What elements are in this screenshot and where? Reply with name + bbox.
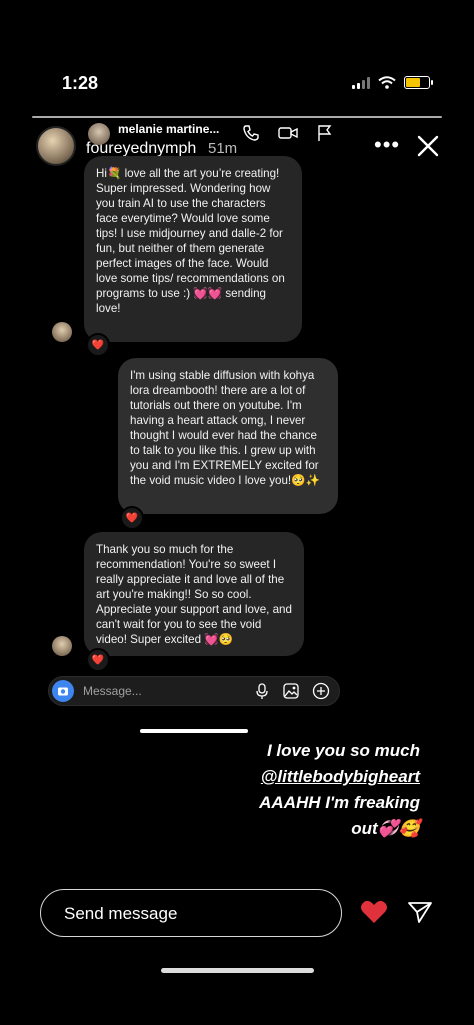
wifi-icon <box>378 76 396 89</box>
sender-avatar <box>52 636 72 656</box>
dm-contact-name: melanie martine... <box>118 122 220 136</box>
caption-line-1: I love you so much <box>266 741 420 760</box>
message-bubble-sent-1: I'm using stable diffusion with kohya lo… <box>118 358 338 514</box>
story-time-ago: 51m <box>208 140 238 157</box>
dm-avatar <box>88 123 110 145</box>
heart-icon[interactable] <box>360 899 388 925</box>
image-icon <box>283 683 299 699</box>
plus-icon <box>312 682 330 700</box>
caption-line-3: AAAHH I'm freaking <box>259 793 420 812</box>
heart-reaction-icon[interactable]: ❤️ <box>86 648 110 672</box>
message-bubble-received-2: Thank you so much for the recommendation… <box>84 532 304 656</box>
story-progress-bar <box>32 116 442 118</box>
close-icon[interactable] <box>414 132 442 160</box>
phone-icon <box>243 125 259 141</box>
message-bubble-received-1: Hi💐 love all the art you’re creating! Su… <box>84 156 302 342</box>
heart-reaction-icon[interactable]: ❤️ <box>120 506 144 530</box>
status-icons <box>352 76 433 89</box>
mic-icon <box>256 683 268 699</box>
battery-icon <box>404 76 433 89</box>
composer-icons <box>254 682 330 700</box>
more-icon[interactable]: ••• <box>374 132 400 158</box>
send-icon[interactable] <box>406 900 434 924</box>
send-message-placeholder[interactable]: Send message <box>64 904 177 924</box>
signal-icon <box>352 76 370 89</box>
camera-icon <box>52 680 74 702</box>
dm-header-icons <box>242 124 332 142</box>
heart-reaction-icon[interactable]: ❤️ <box>86 333 110 357</box>
caption-mention[interactable]: @littlebodybigheart <box>261 764 420 790</box>
story-avatar[interactable] <box>36 126 76 166</box>
dm-composer-placeholder: Message... <box>83 684 142 698</box>
flag-icon <box>318 125 332 141</box>
home-indicator <box>161 968 314 973</box>
status-time: 1:28 <box>62 73 99 93</box>
caption-line-4: out💞🥰 <box>351 819 420 838</box>
video-icon <box>278 127 298 139</box>
sender-avatar <box>52 322 72 342</box>
screenshot-home-indicator <box>140 729 248 733</box>
